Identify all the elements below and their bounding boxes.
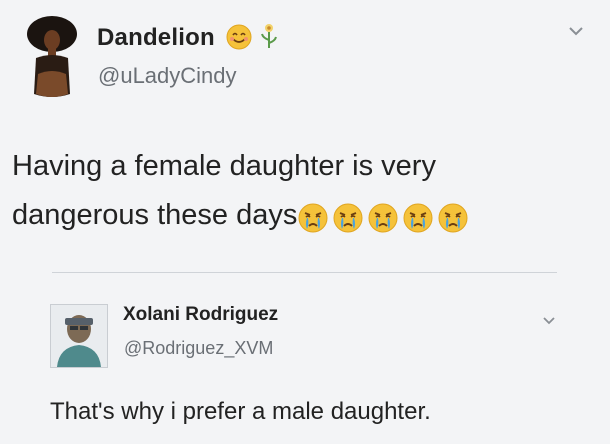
crying-emoji-row — [297, 201, 472, 250]
tweet-card: Dandelion @uLadyCindy Having a female da… — [0, 0, 610, 444]
tweet-text: Having a female daughter is very dangero… — [12, 142, 572, 250]
author-avatar[interactable] — [24, 14, 80, 102]
crying-face-emoji-icon — [438, 203, 468, 233]
crying-face-emoji-icon — [298, 203, 328, 233]
divider — [52, 272, 557, 273]
reply-author-handle[interactable]: @Rodriguez_XVM — [124, 338, 273, 359]
crying-face-emoji-icon — [403, 203, 433, 233]
chevron-down-icon[interactable] — [567, 24, 585, 38]
reply-chevron-down-icon[interactable] — [542, 316, 556, 326]
reply-author-avatar[interactable] — [50, 304, 108, 368]
reply-author-name[interactable]: Xolani Rodriguez — [123, 304, 278, 326]
author-handle[interactable]: @uLadyCindy — [98, 63, 237, 89]
flower-emoji-icon — [261, 24, 277, 48]
author-name[interactable]: Dandelion — [97, 24, 215, 52]
smiling-face-emoji-icon — [226, 24, 252, 50]
crying-face-emoji-icon — [333, 203, 363, 233]
reply-text: That's why i prefer a male daughter. — [50, 398, 431, 425]
crying-face-emoji-icon — [368, 203, 398, 233]
